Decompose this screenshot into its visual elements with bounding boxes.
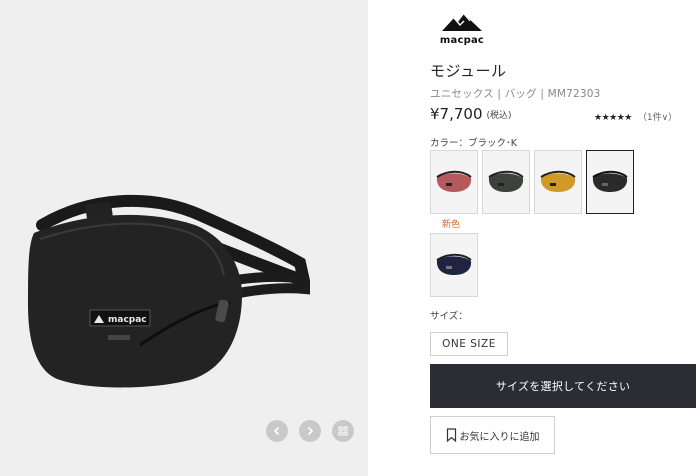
grid-icon (338, 426, 348, 436)
bag-thumbnail (436, 170, 472, 192)
brand-logo-text: macpac (439, 35, 485, 46)
chevron-right-icon (307, 426, 314, 436)
bag-thumbnail (488, 170, 524, 192)
color-swatch-navy[interactable] (430, 233, 478, 297)
gallery-grid-button[interactable] (332, 420, 354, 442)
color-label: カラー：ブラック･K (430, 138, 517, 149)
select-size-button[interactable]: サイズを選択してください (430, 364, 696, 408)
product-subtitle: ユニセックス | バッグ | MM72303 (430, 88, 601, 100)
color-swatch-green[interactable] (482, 150, 530, 214)
gallery-prev-button[interactable] (266, 420, 288, 442)
add-to-favorites-button[interactable]: お気に入りに追加 (430, 416, 555, 454)
brand-logo[interactable]: macpac (432, 12, 492, 46)
new-color-badge: 新色 (442, 220, 461, 230)
size-option-button[interactable]: ONE SIZE (430, 332, 508, 356)
chevron-left-icon (273, 426, 280, 436)
favorite-label: お気に入りに追加 (459, 431, 540, 443)
tax-note: (税込) (486, 111, 512, 121)
product-image: macpac (28, 194, 310, 388)
bag-thumbnail (540, 170, 576, 192)
product-image-gallery: macpac (0, 0, 368, 476)
bag-thumbnail (436, 253, 472, 275)
color-swatch-yellow[interactable] (534, 150, 582, 214)
product-title: モジュール (430, 62, 507, 80)
price-value: ¥7,700 (430, 105, 483, 123)
gallery-next-button[interactable] (299, 420, 321, 442)
bag-thumbnail (592, 170, 628, 192)
bookmark-icon (446, 428, 456, 442)
size-label: サイズ： (430, 311, 468, 322)
rating[interactable]: ★★★★★ （1件∨） (594, 110, 677, 123)
product-info-panel: macpac モジュール ユニセックス | バッグ | MM72303 ¥7,7… (368, 0, 700, 476)
review-count[interactable]: （1件∨） (638, 113, 677, 123)
color-swatch-black[interactable] (586, 150, 634, 214)
mountain-logo-icon (442, 13, 482, 31)
color-swatch-red[interactable] (430, 150, 478, 214)
product-price: ¥7,700 (税込) (430, 105, 512, 123)
rating-stars: ★★★★★ (594, 113, 632, 123)
bag-logo-text: macpac (108, 315, 147, 325)
